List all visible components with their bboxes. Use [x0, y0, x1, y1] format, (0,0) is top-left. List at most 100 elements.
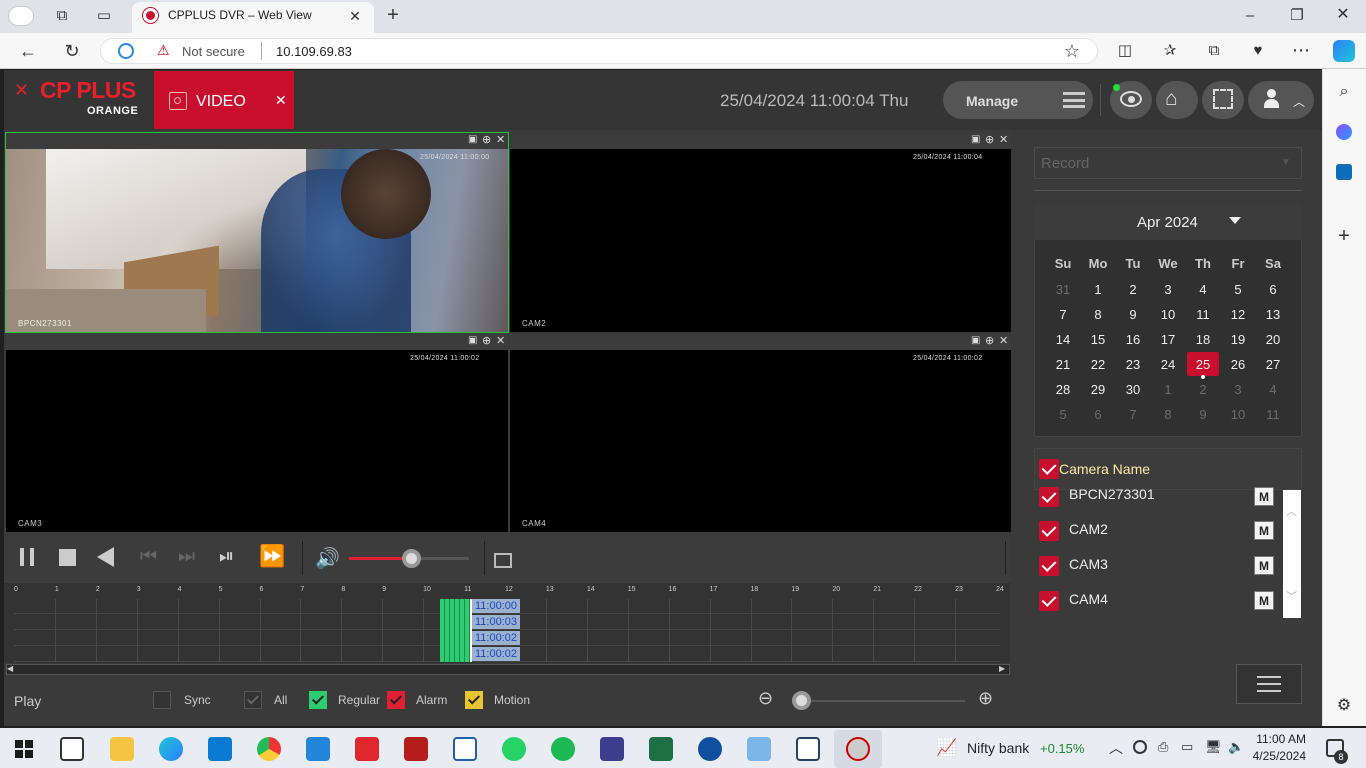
- select-all-cameras-checkbox[interactable]: [1039, 459, 1059, 479]
- zoom-slider[interactable]: [795, 700, 965, 702]
- tray-chevron-icon[interactable]: ︿: [1109, 738, 1123, 758]
- camera-list-item[interactable]: CAM2: [1069, 521, 1108, 537]
- store-icon[interactable]: [208, 737, 232, 761]
- calendar-day[interactable]: 5: [1223, 282, 1253, 297]
- chrome-icon[interactable]: [257, 737, 281, 761]
- record-tray-icon[interactable]: [1133, 740, 1147, 754]
- all-checkbox[interactable]: [244, 691, 262, 709]
- camera-4-video[interactable]: [510, 350, 1011, 532]
- sync-checkbox[interactable]: [153, 691, 171, 709]
- zoom-icon[interactable]: ⊕: [482, 334, 491, 347]
- close-video-tab-icon[interactable]: ✕: [275, 92, 287, 109]
- calendar-day[interactable]: 14: [1048, 332, 1078, 347]
- volume-handle[interactable]: [402, 549, 421, 568]
- volume-icon[interactable]: 🔊: [315, 546, 340, 571]
- pause-icon[interactable]: [20, 548, 34, 566]
- calendar-day[interactable]: 1: [1083, 282, 1113, 297]
- calendar-day[interactable]: 27: [1258, 357, 1288, 372]
- calendar-day[interactable]: 29: [1083, 382, 1113, 397]
- calendar-day[interactable]: 9: [1188, 407, 1218, 422]
- calendar-day[interactable]: 28: [1048, 382, 1078, 397]
- calendar-day[interactable]: 21: [1048, 357, 1078, 372]
- warning-icon[interactable]: ⚠: [157, 42, 170, 59]
- spotify-icon[interactable]: [551, 737, 575, 761]
- close-window-icon[interactable]: ✕: [1333, 5, 1353, 25]
- app-window-icon[interactable]: [796, 737, 820, 761]
- scroll-left-icon[interactable]: ◀: [7, 664, 13, 673]
- search-icon[interactable]: ⌕: [1334, 82, 1354, 102]
- close-pane-icon[interactable]: ✕: [999, 133, 1008, 146]
- scroll-up-icon[interactable]: ︿: [1286, 503, 1297, 519]
- edge-icon[interactable]: [159, 737, 183, 761]
- more-menu-icon[interactable]: ⋯: [1291, 40, 1311, 60]
- stop-icon[interactable]: [59, 549, 76, 566]
- whatsapp-icon[interactable]: [502, 737, 526, 761]
- calendar-day[interactable]: 4: [1258, 382, 1288, 397]
- slow-play-icon[interactable]: ⏯: [219, 546, 234, 568]
- close-tab-icon[interactable]: ✕: [346, 6, 364, 26]
- calendar-day[interactable]: 9: [1118, 307, 1148, 322]
- camera-tray-icon[interactable]: ⎙: [1158, 739, 1168, 755]
- calendar-day[interactable]: 22: [1083, 357, 1113, 372]
- calendar-day[interactable]: 18: [1188, 332, 1218, 347]
- file-explorer-icon[interactable]: [110, 737, 134, 761]
- mail-icon[interactable]: [306, 737, 330, 761]
- ie-app-icon[interactable]: [846, 737, 870, 761]
- split-screen-icon[interactable]: ◫: [1115, 41, 1135, 61]
- camera-list-item[interactable]: BPCN273301: [1069, 486, 1155, 502]
- calendar-day[interactable]: 26: [1223, 357, 1253, 372]
- calendar-day[interactable]: 10: [1153, 307, 1183, 322]
- zoom-icon[interactable]: ⊕: [985, 133, 994, 146]
- camera-checkbox[interactable]: [1039, 591, 1059, 611]
- camera-2-video[interactable]: [510, 149, 1011, 332]
- calendar-day[interactable]: 12: [1223, 307, 1253, 322]
- minimize-icon[interactable]: –: [1240, 6, 1260, 26]
- calendar-day[interactable]: 2: [1188, 382, 1218, 397]
- calendar-day[interactable]: 2: [1118, 282, 1148, 297]
- main-stream-button[interactable]: M: [1254, 556, 1274, 575]
- calendar-day[interactable]: 5: [1048, 407, 1078, 422]
- camera-list-item[interactable]: CAM4: [1069, 591, 1108, 607]
- calendar-day[interactable]: 25: [1188, 357, 1218, 372]
- calendar-day[interactable]: 17: [1153, 332, 1183, 347]
- snapshot-icon[interactable]: ▣: [971, 134, 980, 145]
- fast-forward-icon[interactable]: ⏩: [259, 545, 285, 569]
- motion-checkbox[interactable]: [465, 691, 483, 709]
- network-icon[interactable]: 🖥: [1205, 739, 1222, 755]
- camera-3-video[interactable]: [6, 350, 508, 532]
- calendar-day[interactable]: 11: [1258, 407, 1288, 422]
- app-icon[interactable]: [600, 737, 624, 761]
- workspaces-icon[interactable]: ⧉: [52, 6, 72, 26]
- zoom-in-icon[interactable]: ⊕: [978, 688, 993, 709]
- calendar-day[interactable]: 8: [1083, 307, 1113, 322]
- calendar-day[interactable]: 30: [1118, 382, 1148, 397]
- clock-time[interactable]: 11:00 AM: [1256, 732, 1306, 746]
- calendar-day[interactable]: 23: [1118, 357, 1148, 372]
- camera-checkbox[interactable]: [1039, 556, 1059, 576]
- anydesk-icon[interactable]: [355, 737, 379, 761]
- back-icon[interactable]: ←: [18, 41, 38, 61]
- calendar-day[interactable]: 31: [1048, 282, 1078, 297]
- task-view-icon[interactable]: [60, 737, 84, 761]
- main-stream-button[interactable]: M: [1254, 591, 1274, 610]
- regular-checkbox[interactable]: [309, 691, 327, 709]
- prev-frame-icon[interactable]: ⏮: [140, 546, 157, 568]
- outlook-icon[interactable]: [1336, 164, 1352, 180]
- camera-list-item[interactable]: CAM3: [1069, 556, 1108, 572]
- collections-icon[interactable]: ⧉: [1204, 41, 1224, 61]
- scroll-right-icon[interactable]: ▶: [999, 664, 1005, 673]
- profile-avatar[interactable]: [8, 6, 34, 26]
- calendar-day[interactable]: 20: [1258, 332, 1288, 347]
- stock-change[interactable]: +0.15%: [1040, 741, 1084, 756]
- close-pane-icon[interactable]: ✕: [496, 334, 505, 347]
- volume-tray-icon[interactable]: 🔈: [1228, 739, 1244, 755]
- snapshot-icon[interactable]: ▣: [971, 335, 980, 346]
- url-text[interactable]: 10.109.69.83: [276, 44, 352, 59]
- next-frame-icon[interactable]: ⏭: [178, 546, 195, 568]
- close-pane-icon[interactable]: ✕: [999, 334, 1008, 347]
- stock-name[interactable]: Nifty bank: [967, 740, 1029, 756]
- notepad-icon[interactable]: [747, 737, 771, 761]
- favorite-star-icon[interactable]: ☆: [1062, 41, 1082, 61]
- calendar-month-label[interactable]: Apr 2024: [1137, 214, 1198, 231]
- zoom-icon[interactable]: ⊕: [985, 334, 994, 347]
